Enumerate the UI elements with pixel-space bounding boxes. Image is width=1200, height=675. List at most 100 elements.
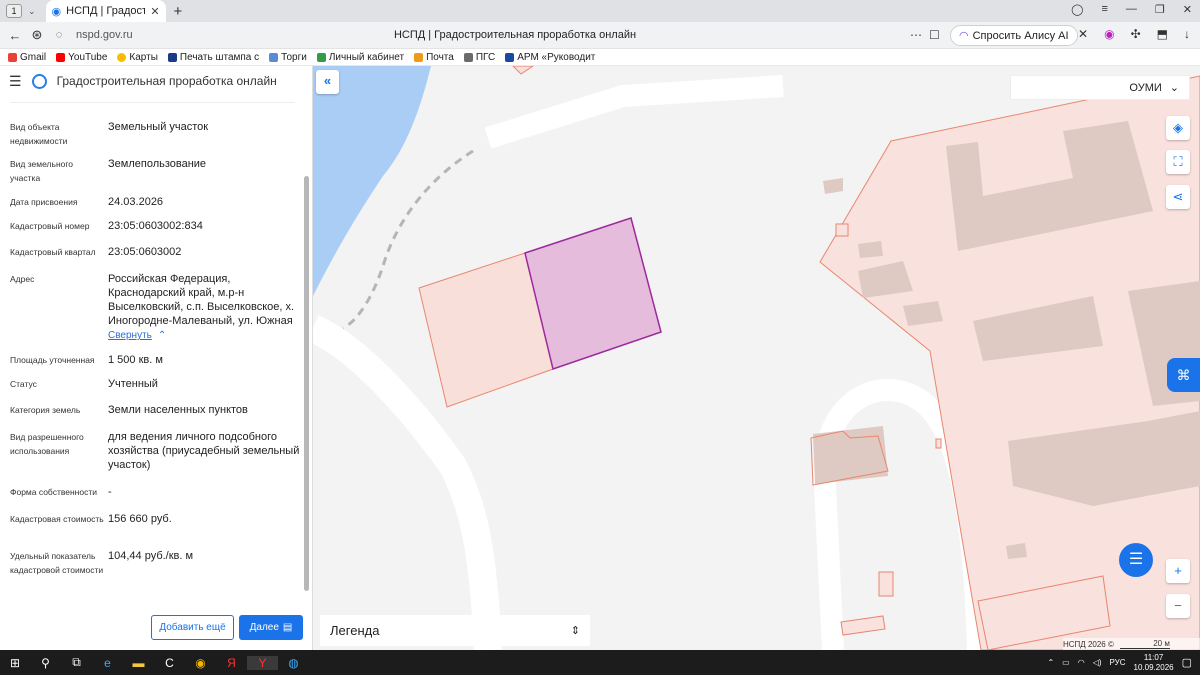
bookmark-pgs[interactable]: ПГС <box>463 52 495 63</box>
chevron-up-icon[interactable]: ⌃ <box>1047 658 1054 667</box>
clock[interactable]: 11:07 10.09.2026 <box>1134 653 1174 673</box>
browser-tab-bar: 1 ⌄ ◉ НСПД | Градостроительная проработк… <box>0 0 1200 22</box>
zoom-out-button[interactable]: − <box>1166 594 1190 618</box>
cadastral-quarter: 23:05:0603002 <box>108 246 182 258</box>
notifications-icon[interactable]: ▢ <box>1182 656 1192 669</box>
next-button[interactable]: Далее ▤ <box>239 615 303 640</box>
select-area-icon: ⛶ <box>1173 154 1183 169</box>
attribute-value: - <box>108 486 112 498</box>
hamburger-menu-icon[interactable]: ☰ <box>9 73 22 90</box>
document-icon: ▤ <box>282 622 293 633</box>
chat-button[interactable]: ☰ <box>1119 543 1153 577</box>
attribute-label: Удельный показатель кадастровой стоимост… <box>10 551 104 575</box>
legend-dropdown[interactable]: Легенда ⇕ <box>320 615 590 646</box>
collapse-panel-button[interactable]: « <box>316 70 339 94</box>
app-blue-icon[interactable]: ◍ <box>278 656 309 670</box>
small-parcel[interactable] <box>835 223 849 237</box>
bookmark-stamp[interactable]: Печать штампа с <box>167 52 259 63</box>
stamp-icon <box>167 52 177 62</box>
select-area-button[interactable]: ⛶ <box>1166 150 1190 174</box>
chevron-up-icon: ⌃ <box>157 330 167 341</box>
windows-start-icon[interactable]: ⊞ <box>0 656 30 670</box>
chevron-down-icon: ⌄ <box>1169 82 1179 94</box>
bookmark-icon[interactable]: ☐ <box>929 28 940 42</box>
edge-icon[interactable]: e <box>92 656 123 670</box>
wifi-icon[interactable]: ◠ <box>1078 658 1085 667</box>
bookmark-youtube[interactable]: YouTube <box>56 52 107 63</box>
profile-icon[interactable]: ◯ <box>1071 3 1083 16</box>
minimize-icon[interactable]: — <box>1126 3 1137 16</box>
language-indicator[interactable]: РУС <box>1110 658 1126 667</box>
collapse-link[interactable]: Свернуть ⌃ <box>108 330 166 341</box>
attribute-label: Статус <box>10 379 37 389</box>
window-controls: ◯ ≡ — ❐ ✕ <box>1071 3 1192 16</box>
building <box>858 241 883 258</box>
close-window-icon[interactable]: ✕ <box>1183 3 1192 16</box>
save-icon[interactable]: ⬒ <box>1157 27 1168 41</box>
copyright-text: НСПД 2026 © <box>1063 639 1114 649</box>
chevron-down-icon[interactable]: ⌄ <box>28 6 36 17</box>
attribute-value: Землепользование <box>108 158 207 170</box>
globe-icon: ◉ <box>51 5 62 18</box>
address-bar: ← ⊛ ◌ nspd.gov.ru НСПД | Градостроительн… <box>0 22 1200 49</box>
bookmark-gmail[interactable]: Gmail <box>8 52 46 63</box>
tools-icon[interactable]: ✕ <box>1078 27 1088 41</box>
small-parcel[interactable] <box>935 438 942 449</box>
share-icon: ⋖ <box>1172 189 1184 204</box>
small-parcel[interactable] <box>878 571 894 597</box>
volume-icon[interactable]: ◁) <box>1093 658 1102 667</box>
map-canvas[interactable] <box>313 66 1200 650</box>
restore-icon[interactable]: ❐ <box>1155 3 1165 16</box>
attribute-label: Адрес <box>10 274 35 284</box>
bookmark-torgi[interactable]: Торги <box>269 52 307 63</box>
bookmark-arm[interactable]: АРМ «Руководит <box>505 52 595 63</box>
attribute-label: Категория земель <box>10 405 81 415</box>
small-parcel[interactable] <box>512 66 534 75</box>
explorer-icon[interactable]: ▬ <box>123 656 154 670</box>
legend-label: Легенда <box>330 623 380 638</box>
layer-select[interactable]: ОУМИ ⌄ <box>1010 75 1190 100</box>
alice-icon: ◠ <box>959 30 969 42</box>
gmail-icon <box>8 52 17 62</box>
attribute-value: для ведения личного подсобного хозяйства… <box>108 431 300 471</box>
new-tab-icon[interactable]: + <box>174 3 183 20</box>
attribute-label: Форма собственности <box>10 487 97 497</box>
map-attribution: НСПД 2026 © 20 м <box>1063 638 1200 650</box>
add-more-button[interactable]: Добавить ещё <box>151 615 234 640</box>
search-icon[interactable]: ⚲ <box>30 656 61 670</box>
attribute-label: Вид земельного участка <box>10 159 74 183</box>
task-view-icon[interactable]: ⧉ <box>61 655 92 670</box>
scrollbar-thumb[interactable] <box>304 176 309 591</box>
extension-icon[interactable]: ◉ <box>1104 27 1114 41</box>
small-parcel[interactable] <box>840 615 886 636</box>
layers-button[interactable]: ◈ <box>1166 116 1190 140</box>
feedback-tab[interactable]: ⌘ <box>1167 358 1200 392</box>
zoom-in-button[interactable]: + <box>1166 559 1190 583</box>
mail-icon <box>414 52 424 62</box>
share-button[interactable]: ⋖ <box>1166 185 1190 209</box>
more-icon[interactable]: ⋯ <box>910 28 922 42</box>
attribute-value: 104,44 руб./кв. м <box>108 550 194 562</box>
network-icon[interactable]: ▭ <box>1062 658 1070 667</box>
yandex-browser-icon[interactable]: Y <box>247 655 278 670</box>
browser-tab[interactable]: ◉ НСПД | Градостроительная проработка он… <box>45 0 166 22</box>
ask-alice-button[interactable]: ◠ Спросить Алису AI <box>950 25 1078 46</box>
bookmark-mail[interactable]: Почта <box>414 52 454 63</box>
app-c-icon[interactable]: C <box>154 656 185 670</box>
attribute-value: Учтенный <box>108 378 158 390</box>
bookmark-maps[interactable]: Карты <box>117 52 158 63</box>
download-icon[interactable]: ↓ <box>1184 27 1190 41</box>
chrome-icon[interactable]: ◉ <box>185 656 216 670</box>
attribute-value: 24.03.2026 <box>108 196 164 208</box>
yandex-icon[interactable]: Я <box>216 656 247 670</box>
panel-scrollbar[interactable] <box>304 176 309 656</box>
tab-counter[interactable]: 1 <box>6 4 22 18</box>
menu-icon[interactable]: ≡ <box>1101 3 1107 16</box>
attribute-value: 156 660 руб. <box>108 513 172 525</box>
arm-icon <box>505 52 515 62</box>
bookmark-cabinet[interactable]: Личный кабинет <box>316 52 404 63</box>
attribute-value: Земли населенных пунктов <box>108 404 248 416</box>
attribute-label: Вид объекта недвижимости <box>10 122 68 146</box>
puzzle-icon[interactable]: ✣ <box>1131 27 1141 41</box>
close-icon[interactable]: ✕ <box>150 5 159 18</box>
